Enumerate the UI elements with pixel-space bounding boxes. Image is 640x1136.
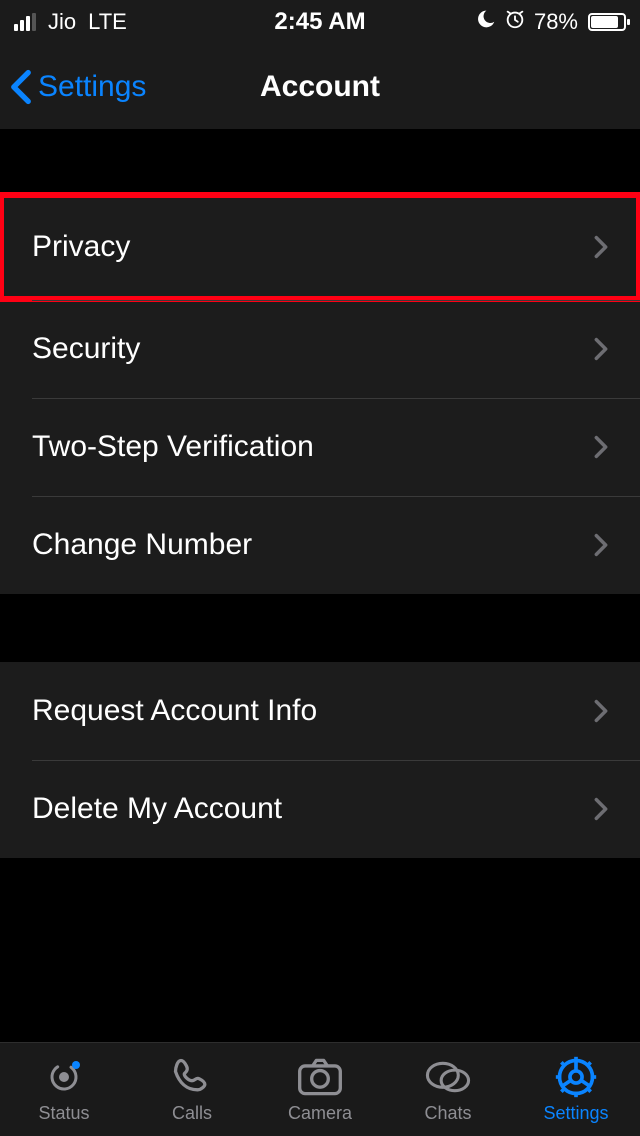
status-icon bbox=[42, 1055, 86, 1099]
tab-label: Chats bbox=[424, 1103, 471, 1124]
phone-icon bbox=[170, 1055, 214, 1099]
alarm-icon bbox=[504, 8, 526, 36]
row-label: Privacy bbox=[32, 230, 130, 264]
navigation-bar: Settings Account bbox=[0, 44, 640, 130]
chevron-right-icon bbox=[594, 533, 608, 557]
tab-calls[interactable]: Calls bbox=[132, 1055, 252, 1124]
chevron-right-icon bbox=[594, 699, 608, 723]
row-label: Delete My Account bbox=[32, 792, 282, 826]
chevron-right-icon bbox=[594, 337, 608, 361]
camera-icon bbox=[296, 1055, 344, 1099]
delete-my-account-row[interactable]: Delete My Account bbox=[0, 760, 640, 858]
privacy-row[interactable]: Privacy bbox=[0, 194, 640, 300]
tab-label: Settings bbox=[543, 1103, 608, 1124]
tab-status[interactable]: Status bbox=[4, 1055, 124, 1124]
account-section-2: Request Account Info Delete My Account bbox=[0, 662, 640, 858]
battery-icon bbox=[588, 13, 626, 31]
status-left: Jio LTE bbox=[14, 9, 127, 35]
chevron-right-icon bbox=[594, 797, 608, 821]
row-label: Request Account Info bbox=[32, 694, 317, 728]
do-not-disturb-icon bbox=[476, 9, 496, 35]
tab-chats[interactable]: Chats bbox=[388, 1055, 508, 1124]
status-bar: Jio LTE 2:45 AM 78% bbox=[0, 0, 640, 44]
tab-bar: Status Calls Camera Chats bbox=[0, 1042, 640, 1136]
section-gap bbox=[0, 130, 640, 194]
back-button[interactable]: Settings bbox=[0, 69, 146, 105]
row-label: Two-Step Verification bbox=[32, 430, 314, 464]
carrier-label: Jio bbox=[48, 9, 76, 35]
tab-label: Status bbox=[38, 1103, 89, 1124]
change-number-row[interactable]: Change Number bbox=[0, 496, 640, 594]
account-section-1: Privacy Security Two-Step Verification C… bbox=[0, 194, 640, 594]
row-label: Security bbox=[32, 332, 140, 366]
chevron-right-icon bbox=[594, 235, 608, 259]
section-gap bbox=[0, 594, 640, 662]
network-label: LTE bbox=[88, 9, 127, 35]
battery-percent: 78% bbox=[534, 9, 578, 35]
tab-settings[interactable]: Settings bbox=[516, 1055, 636, 1124]
status-right: 78% bbox=[476, 8, 626, 36]
gear-icon bbox=[554, 1055, 598, 1099]
signal-icon bbox=[14, 13, 36, 31]
row-label: Change Number bbox=[32, 528, 252, 562]
tab-label: Calls bbox=[172, 1103, 212, 1124]
security-row[interactable]: Security bbox=[0, 300, 640, 398]
two-step-verification-row[interactable]: Two-Step Verification bbox=[0, 398, 640, 496]
chevron-left-icon bbox=[10, 69, 32, 105]
request-account-info-row[interactable]: Request Account Info bbox=[0, 662, 640, 760]
chats-icon bbox=[424, 1055, 472, 1099]
tab-label: Camera bbox=[288, 1103, 352, 1124]
tab-camera[interactable]: Camera bbox=[260, 1055, 380, 1124]
chevron-right-icon bbox=[594, 435, 608, 459]
back-label: Settings bbox=[38, 70, 146, 104]
